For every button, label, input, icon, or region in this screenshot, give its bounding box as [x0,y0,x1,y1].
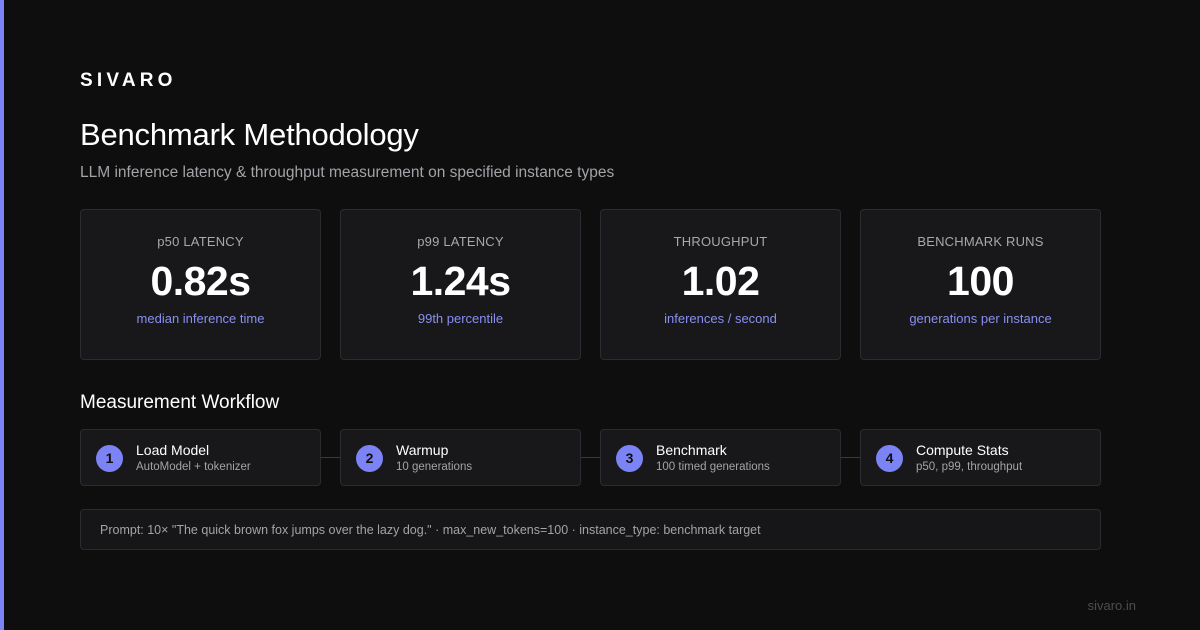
metric-card-p50-latency: p50 LATENCY 0.82s median inference time [80,209,321,360]
metric-label: p99 LATENCY [417,234,504,249]
accent-bar [0,0,4,630]
metric-value: 1.24s [410,258,511,304]
workflow-steps: 1 Load Model AutoModel + tokenizer 2 War… [80,429,1101,487]
step-description: AutoModel + tokenizer [136,461,251,473]
metric-value: 1.02 [681,258,760,304]
step-number-badge: 3 [616,445,643,472]
page-title: Benchmark Methodology [80,117,419,152]
step-description: p50, p99, throughput [916,461,1023,473]
step-title: Load Model [136,442,210,458]
step-number-badge: 2 [356,445,383,472]
step-number-badge: 1 [96,445,123,472]
metric-card-throughput: THROUGHPUT 1.02 inferences / second [600,209,841,360]
step-title: Compute Stats [916,442,1009,458]
metric-card-p99-latency: p99 LATENCY 1.24s 99th percentile [340,209,581,360]
footer-domain: sivaro.in [1087,598,1136,613]
metric-card-benchmark-runs: BENCHMARK RUNS 100 generations per insta… [860,209,1101,360]
page-subtitle: LLM inference latency & throughput measu… [80,164,615,181]
workflow-step-load-model: 1 Load Model AutoModel + tokenizer [80,429,321,486]
step-connector [840,457,860,458]
metric-caption: 99th percentile [417,311,504,326]
step-description: 100 timed generations [656,461,770,473]
metric-caption: inferences / second [664,311,777,326]
prompt-note-box: Prompt: 10× "The quick brown fox jumps o… [80,509,1101,550]
workflow-step-compute-stats: 4 Compute Stats p50, p99, throughput [860,429,1101,486]
metrics-row: p50 LATENCY 0.82s median inference time … [80,209,1101,360]
metric-value: 100 [947,258,1014,304]
metric-value: 0.82s [150,258,251,304]
workflow-heading: Measurement Workflow [80,392,280,413]
step-number-badge: 4 [876,445,903,472]
step-connector [580,457,600,458]
metric-caption: generations per instance [909,311,1052,326]
metric-label: THROUGHPUT [673,234,768,249]
step-title: Benchmark [656,442,727,458]
prompt-note-text: Prompt: 10× "The quick brown fox jumps o… [100,523,761,537]
metric-label: p50 LATENCY [157,234,244,249]
step-description: 10 generations [396,461,473,473]
metric-caption: median inference time [136,311,265,326]
step-connector [320,457,340,458]
step-title: Warmup [396,442,449,458]
brand-logo: SIVARO [80,70,177,91]
workflow-step-benchmark: 3 Benchmark 100 timed generations [600,429,841,486]
metric-label: BENCHMARK RUNS [917,234,1044,249]
workflow-step-warmup: 2 Warmup 10 generations [340,429,581,486]
